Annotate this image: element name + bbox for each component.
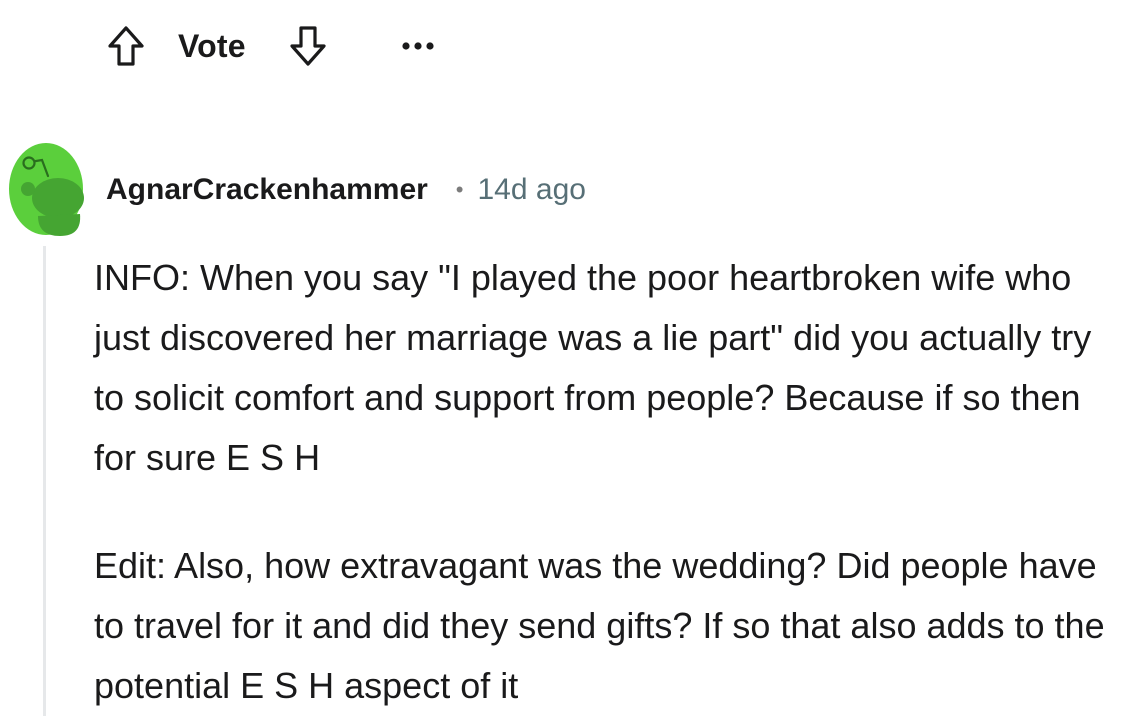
arrow-down-outline-icon [290, 26, 326, 66]
comment-timestamp: 14d ago [477, 173, 586, 206]
thread-line[interactable] [43, 246, 46, 716]
comment-body: INFO: When you say "I played the poor he… [94, 248, 1124, 716]
comment-paragraph: INFO: When you say "I played the poor he… [94, 257, 1092, 478]
more-options-button[interactable] [396, 18, 440, 74]
meta-separator: • [455, 177, 464, 202]
comment-meta: AgnarCrackenhammer • 14d ago [106, 168, 586, 212]
ellipsis-icon [402, 42, 434, 50]
arrow-up-outline-icon [108, 26, 144, 66]
downvote-button[interactable] [286, 18, 330, 74]
upvote-button[interactable] [104, 18, 148, 74]
comment-author[interactable]: AgnarCrackenhammer [106, 173, 428, 207]
vote-label: Vote [178, 28, 246, 64]
snoo-avatar-icon [9, 143, 84, 236]
user-avatar[interactable] [8, 142, 84, 236]
comment-paragraph: Edit: Also, how extravagant was the wedd… [94, 545, 1105, 706]
